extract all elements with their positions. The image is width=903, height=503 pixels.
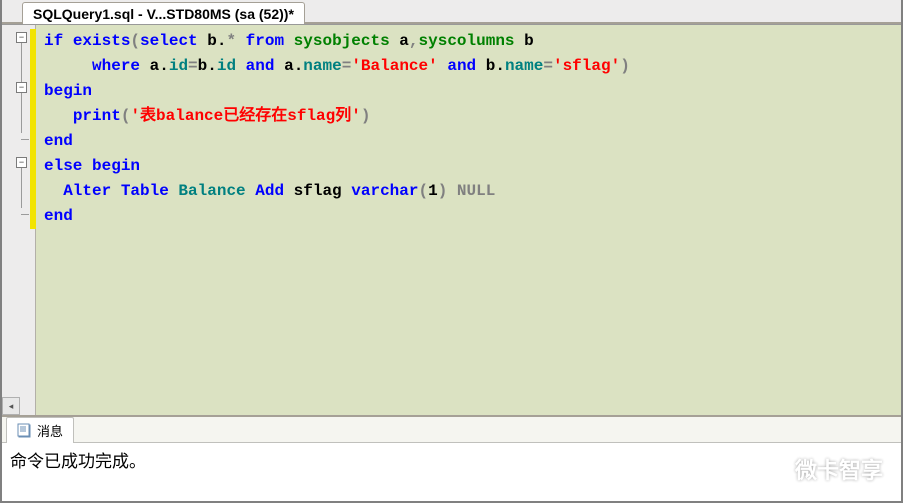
file-tab[interactable]: SQLQuery1.sql - V...STD80MS (sa (52))* (22, 2, 305, 24)
line: print('表balance已经存在sflag列') (44, 107, 370, 125)
tab-bar: SQLQuery1.sql - V...STD80MS (sa (52))* (2, 0, 901, 24)
fold-toggle[interactable]: − (16, 82, 27, 93)
line: begin (44, 82, 92, 100)
code-editor[interactable]: if exists(select b.* from sysobjects a,s… (36, 25, 901, 415)
fold-elbow (21, 139, 29, 140)
change-marker (30, 29, 36, 229)
messages-icon (17, 422, 33, 438)
fold-line (21, 168, 22, 208)
line: Alter Table Balance Add sflag varchar(1)… (44, 182, 495, 200)
line: end (44, 132, 73, 150)
line: end (44, 207, 73, 225)
fold-toggle[interactable]: − (16, 32, 27, 43)
line: if exists(select b.* from sysobjects a,s… (44, 32, 534, 50)
message-pane: 消息 命令已成功完成。 (2, 415, 901, 501)
message-body: 命令已成功完成。 (2, 443, 901, 501)
fold-toggle[interactable]: − (16, 157, 27, 168)
messages-tab-label: 消息 (37, 421, 63, 440)
gutter: − − − (2, 25, 36, 415)
messages-tab[interactable]: 消息 (6, 417, 74, 443)
line: else begin (44, 157, 140, 175)
sql-editor-window: SQLQuery1.sql - V...STD80MS (sa (52))* −… (0, 0, 903, 503)
scroll-left-button[interactable]: ◂ (2, 397, 20, 415)
fold-line (21, 93, 22, 133)
editor-area: − − − if exists(select b.* from sysobjec… (2, 24, 901, 415)
line: where a.id=b.id and a.name='Balance' and… (44, 57, 630, 75)
message-tabbar: 消息 (2, 417, 901, 443)
fold-elbow (21, 214, 29, 215)
